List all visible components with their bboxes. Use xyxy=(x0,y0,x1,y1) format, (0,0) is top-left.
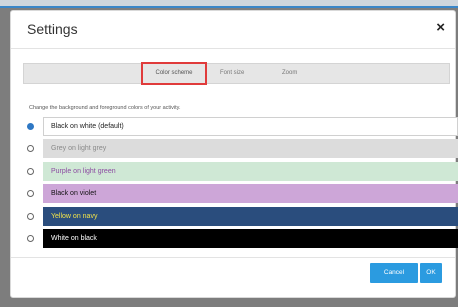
ok-button[interactable]: OK xyxy=(420,263,442,283)
option-swatch[interactable]: Black on violet xyxy=(43,184,458,203)
radio-button[interactable] xyxy=(27,213,34,220)
close-icon[interactable]: × xyxy=(436,19,445,36)
dialog-title: Settings xyxy=(27,21,78,37)
settings-dialog: Settings × Color scheme Font size Zoom C… xyxy=(10,10,458,298)
option-swatch[interactable]: Yellow on navy xyxy=(43,207,458,226)
color-scheme-description: Change the background and foreground col… xyxy=(29,105,181,111)
radio-button[interactable] xyxy=(27,123,34,130)
radio-button[interactable] xyxy=(27,190,34,197)
option-swatch[interactable]: Purple on light green xyxy=(43,162,458,181)
radio-button[interactable] xyxy=(27,145,34,152)
tab-font-size[interactable]: Font size xyxy=(220,64,244,83)
option-purple-on-light-green[interactable]: Purple on light green xyxy=(25,162,458,181)
option-grey-on-light-grey[interactable]: Grey on light grey xyxy=(25,139,458,158)
dialog-header: Settings × xyxy=(11,11,455,49)
radio-button[interactable] xyxy=(27,168,34,175)
option-yellow-on-navy[interactable]: Yellow on navy xyxy=(25,207,458,226)
option-black-on-violet[interactable]: Black on violet xyxy=(25,184,458,203)
cancel-button[interactable]: Cancel xyxy=(370,263,418,283)
option-swatch[interactable]: White on black xyxy=(43,229,458,248)
footer-divider xyxy=(11,257,455,258)
background-page-strip xyxy=(0,0,458,8)
option-white-on-black[interactable]: White on black xyxy=(25,229,458,248)
settings-tabs: Color scheme Font size Zoom xyxy=(23,62,450,85)
option-black-on-white[interactable]: Black on white (default) xyxy=(25,117,458,136)
option-swatch[interactable]: Grey on light grey xyxy=(43,139,458,158)
tab-color-scheme[interactable]: Color scheme xyxy=(141,62,207,85)
tab-zoom[interactable]: Zoom xyxy=(282,64,297,83)
option-swatch[interactable]: Black on white (default) xyxy=(43,117,458,136)
radio-button[interactable] xyxy=(27,235,34,242)
